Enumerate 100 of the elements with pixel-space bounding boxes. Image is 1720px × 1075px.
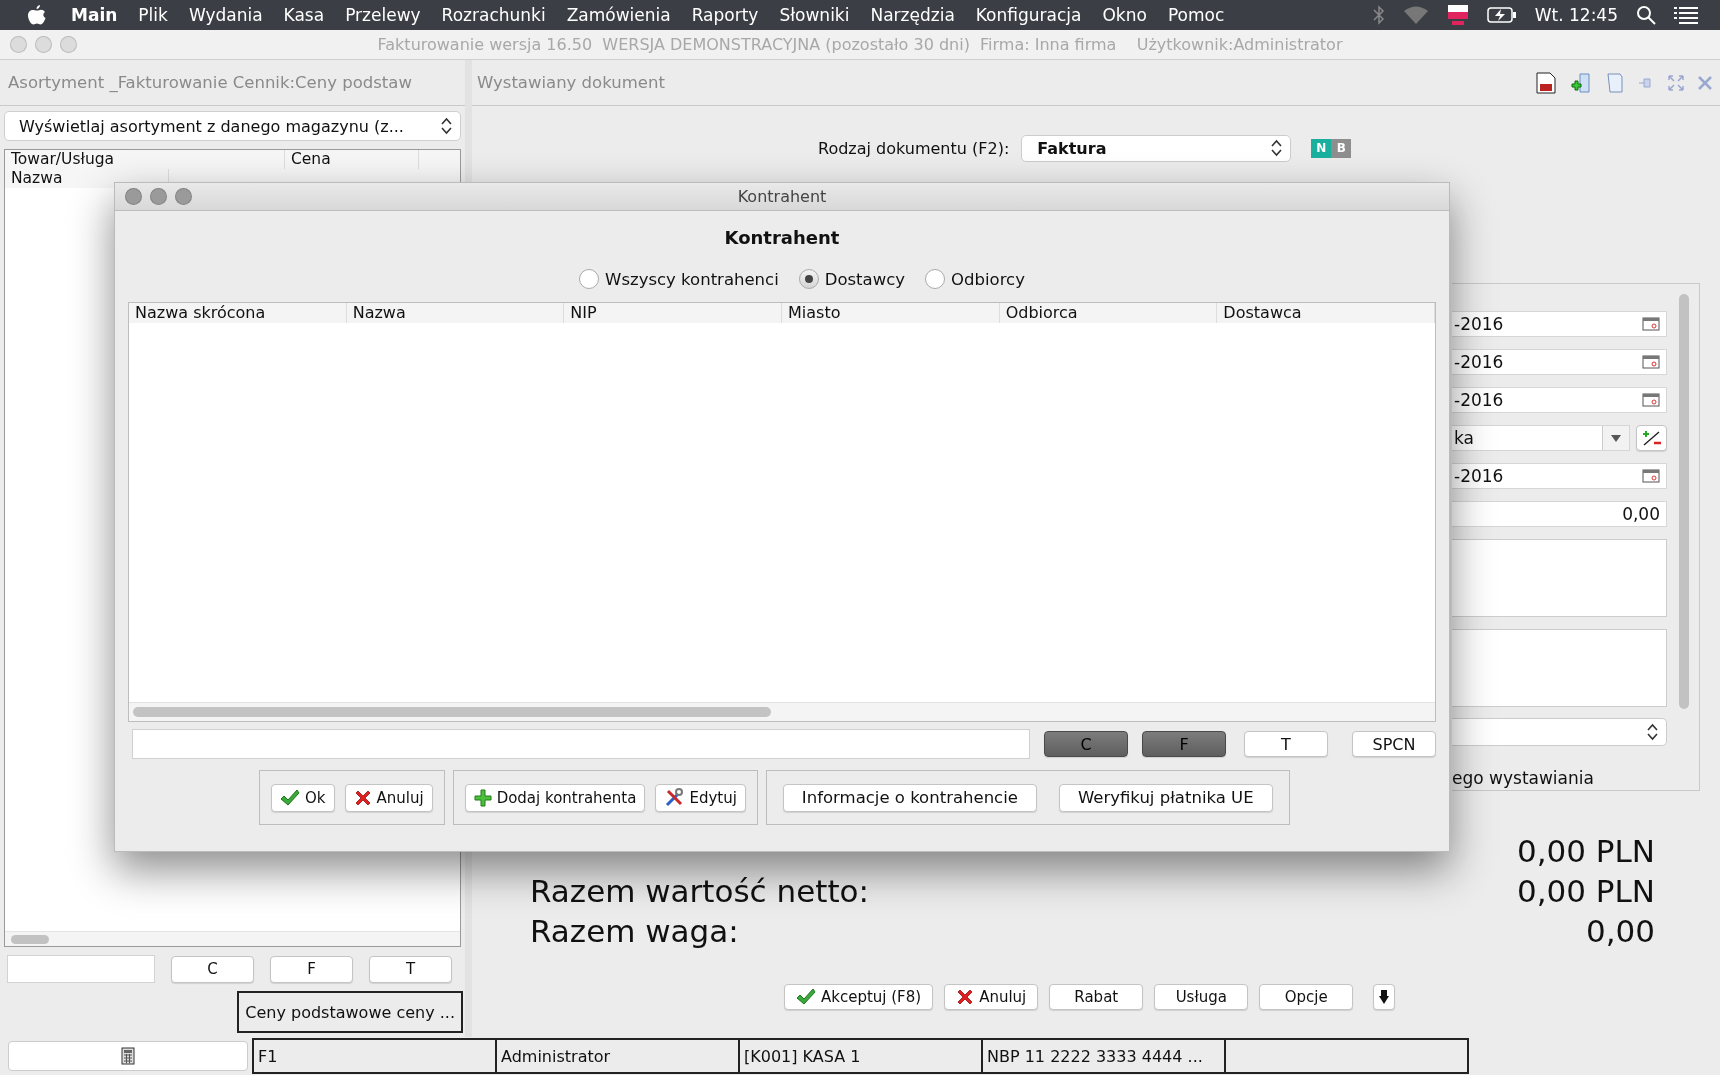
column-header[interactable]: Nazwa skrócona [129,303,347,323]
wifi-icon[interactable] [1402,5,1429,25]
menu-item[interactable]: Słowniki [779,5,850,25]
window-control-button[interactable] [175,188,192,205]
app-menu[interactable]: Main [71,5,118,25]
document-icon[interactable] [1536,71,1556,94]
calendar-icon[interactable] [1642,469,1660,483]
action-button[interactable]: F [270,955,353,983]
search-field[interactable] [7,955,155,983]
expand-icon[interactable] [1668,74,1684,91]
amount-field[interactable]: 0,00 [1452,501,1667,527]
total-label: Razem waga: [530,912,739,951]
text-area[interactable] [1452,539,1667,617]
menu-item[interactable]: Wydania [188,5,263,25]
action-button[interactable]: SPCN [1352,731,1436,757]
apple-icon[interactable] [27,4,47,26]
radio-button[interactable] [579,269,600,289]
action-button[interactable]: C [1044,731,1128,757]
document-type-select[interactable]: Faktura [1021,134,1292,162]
warehouse-select[interactable]: Wyświetlaj asortyment z danego magazynu (z... [4,111,461,141]
menu-item[interactable]: Kasa [283,5,325,25]
add-document-icon[interactable] [1570,71,1592,94]
action-button[interactable]: Weryfikuj płatnika UE [1058,783,1273,812]
column-header[interactable]: Miasto [782,303,1000,323]
window-control-button[interactable] [60,36,77,53]
arrow-down-icon [1379,990,1390,1004]
calendar-icon[interactable] [1642,393,1660,407]
clock[interactable]: Wt. 12:45 [1534,5,1618,25]
menu-item[interactable]: Narzędzia [870,5,955,25]
status-cell: [K001] KASA 1 [744,1046,861,1066]
price-list-field[interactable]: Ceny podstawowe ceny ... [237,991,463,1033]
calendar-icon[interactable] [1642,317,1660,331]
status-cell: Administrator [501,1046,611,1066]
total-value: 0,00 PLN [1516,832,1655,871]
action-button[interactable]: Anuluj [944,984,1039,1010]
dialog-heading: Kontrahent [724,227,840,248]
calculator-button[interactable] [8,1041,248,1071]
add-remove-button[interactable] [1636,425,1667,451]
date-field[interactable]: -2016 [1452,387,1667,413]
radio-button[interactable] [798,269,819,289]
pin-icon[interactable] [1638,76,1654,89]
plus-minus-icon [1640,429,1663,447]
menu-button[interactable] [1373,984,1396,1010]
action-button[interactable]: T [1244,731,1328,757]
window-control-button[interactable] [125,188,142,205]
field-label: ego wystawiania [1452,768,1595,788]
radio-button[interactable] [925,269,946,289]
calculator-icon [121,1047,135,1065]
select-field[interactable]: ka [1452,425,1630,451]
date-field[interactable]: -2016 [1452,311,1667,337]
flag-icon[interactable] [1446,4,1469,26]
radio-option[interactable]: Wszyscy kontrahenci [579,269,779,289]
menu-item[interactable]: Rozrachunki [441,5,546,25]
menu-item[interactable]: Pomoc [1167,5,1225,25]
page-icon[interactable] [1606,71,1624,94]
scrollbar-thumb[interactable] [133,707,771,717]
plus-icon [473,788,492,807]
search-icon[interactable] [1636,5,1656,25]
action-button[interactable]: Usługa [1154,984,1249,1010]
text-area[interactable] [1452,629,1667,707]
action-button[interactable]: Informacje o kontrahencie [782,783,1037,812]
menu-icon[interactable] [1674,6,1698,24]
action-button[interactable]: T [369,955,452,983]
action-button[interactable]: Dodaj kontrahenta [464,783,646,812]
column-header[interactable]: NIP [564,303,782,323]
column-header[interactable]: Odbiorca [999,303,1218,323]
calendar-icon[interactable] [1642,355,1660,369]
action-button[interactable]: Akceptuj (F8) [784,984,934,1010]
action-button[interactable]: C [171,955,254,983]
action-button[interactable]: Ok [271,783,335,812]
menu-item[interactable]: Raporty [691,5,759,25]
column-header[interactable]: Nazwa [346,303,565,323]
total-value: 0,00 [1585,912,1655,951]
bluetooth-icon[interactable] [1372,5,1385,25]
radio-option[interactable]: Dostawcy [798,269,906,289]
window-control-button[interactable] [150,188,167,205]
date-field[interactable]: -2016 [1452,463,1667,489]
action-button[interactable]: Anuluj [344,783,433,812]
combo-box[interactable] [1452,718,1667,746]
scrollbar-thumb[interactable] [1679,294,1689,709]
date-field[interactable]: -2016 [1452,349,1667,375]
close-icon[interactable] [1698,75,1712,90]
menu-item[interactable]: Konfiguracja [975,5,1082,25]
scrollbar-thumb[interactable] [11,935,49,944]
search-field[interactable] [132,729,1030,759]
column-header[interactable]: Dostawca [1217,303,1436,323]
battery-icon[interactable] [1486,7,1517,23]
updown-icon [1271,139,1283,157]
window-control-button[interactable] [10,36,27,53]
menu-item[interactable]: Plik [138,5,168,25]
action-button[interactable]: Rabat [1049,984,1144,1010]
radio-option[interactable]: Odbiorcy [925,269,1025,289]
action-button[interactable]: F [1142,731,1226,757]
menu-item[interactable]: Zamówienia [566,5,671,25]
window-control-button[interactable] [35,36,52,53]
menu-item[interactable]: Okno [1102,5,1147,25]
panel-title: Wystawiany dokument [477,73,665,92]
action-button[interactable]: Opcje [1259,984,1354,1010]
menu-item[interactable]: Przelewy [345,5,421,25]
action-button[interactable]: Edytuj [655,783,746,812]
